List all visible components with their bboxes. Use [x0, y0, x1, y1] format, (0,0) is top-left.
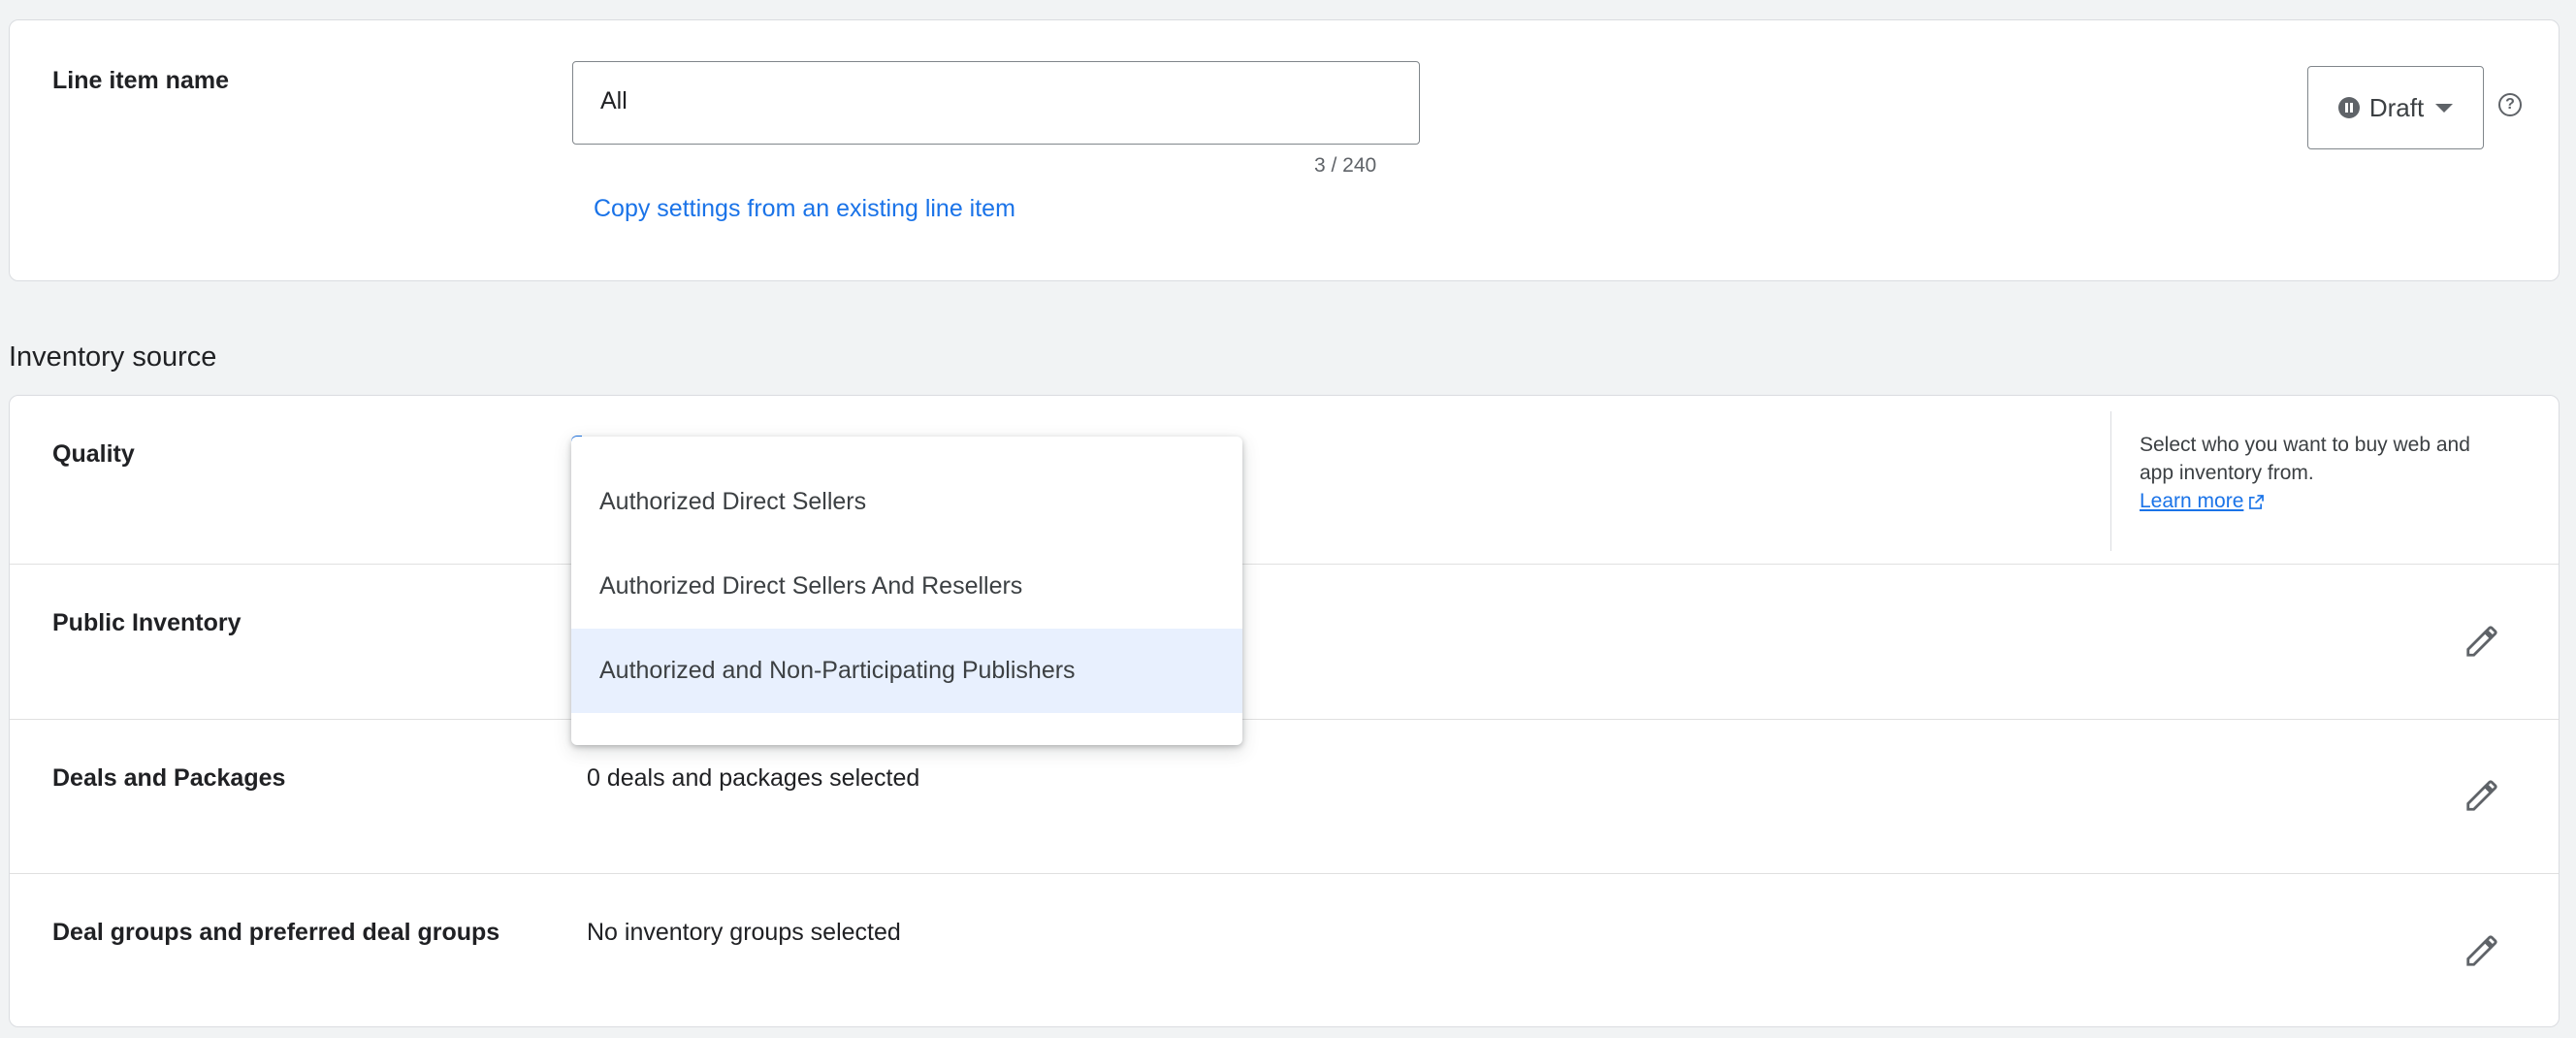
deals-packages-value: 0 deals and packages selected [587, 764, 920, 792]
quality-label: Quality [52, 440, 135, 468]
inventory-source-title: Inventory source [9, 341, 217, 373]
deals-packages-label: Deals and Packages [52, 764, 286, 792]
learn-more-link[interactable]: Learn more [2140, 490, 2243, 512]
quality-helper-text: Select who you want to buy web and app i… [2140, 434, 2470, 484]
option-authorized-non-participating[interactable]: Authorized and Non-Participating Publish… [571, 629, 1242, 713]
edit-deal-groups-icon[interactable] [2463, 932, 2500, 969]
row-divider [10, 564, 2559, 565]
status-dropdown-button[interactable]: Draft [2307, 66, 2484, 149]
line-item-name-field[interactable] [572, 61, 1420, 145]
inventory-card: Quality Select who you want to buy web a… [9, 395, 2560, 1027]
option-authorized-direct-sellers-resellers[interactable]: Authorized Direct Sellers And Resellers [571, 544, 1242, 629]
help-icon[interactable]: ? [2498, 93, 2522, 116]
external-link-icon [2249, 495, 2265, 509]
vertical-divider [2110, 411, 2111, 551]
line-item-name-input[interactable] [600, 87, 1376, 115]
deal-groups-value: No inventory groups selected [587, 919, 901, 946]
quality-dropdown-menu: Authorized Direct Sellers Authorized Dir… [571, 437, 1242, 745]
status-label: Draft [2368, 92, 2425, 122]
copy-settings-link[interactable]: Copy settings from an existing line item [594, 195, 1015, 223]
quality-helper: Select who you want to buy web and app i… [2140, 431, 2508, 515]
row-divider [10, 873, 2559, 874]
char-counter: 3 / 240 [1314, 154, 1377, 177]
line-item-name-label: Line item name [52, 67, 229, 94]
deal-groups-label: Deal groups and preferred deal groups [52, 919, 500, 946]
line-item-card: Line item name 3 / 240 Copy settings fro… [9, 19, 2560, 281]
edit-public-inventory-icon[interactable] [2463, 623, 2500, 660]
option-authorized-direct-sellers[interactable]: Authorized Direct Sellers [571, 460, 1242, 544]
pause-icon [2337, 97, 2360, 118]
row-divider [10, 719, 2559, 720]
public-inventory-label: Public Inventory [52, 609, 242, 636]
edit-deals-icon[interactable] [2463, 777, 2500, 814]
caret-down-icon [2435, 103, 2454, 113]
